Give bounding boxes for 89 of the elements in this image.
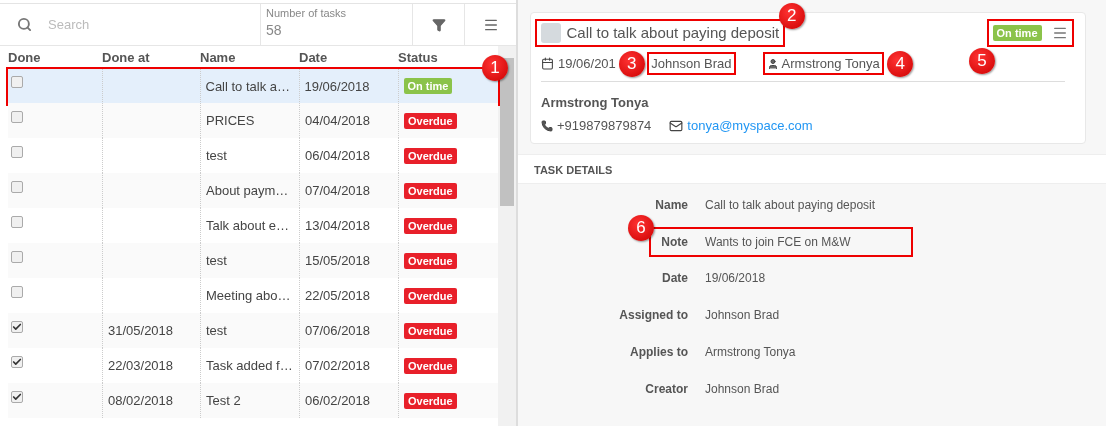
task-date: 19/06/201 <box>558 56 616 71</box>
field-value: Wants to join FCE on M&W <box>705 234 851 249</box>
filter-icon <box>431 17 446 32</box>
phone-number: +919879879874 <box>557 118 652 133</box>
field-label: Note <box>661 234 688 249</box>
checkbox[interactable] <box>11 110 23 123</box>
checkbox[interactable] <box>11 355 23 368</box>
table-cell: Meeting abo… <box>206 288 291 303</box>
table-cell: About paym… <box>206 183 289 198</box>
column-header: Done <box>8 50 42 65</box>
scrollbar[interactable] <box>498 46 516 426</box>
search-icon <box>17 17 32 32</box>
table-cell: 13/04/2018 <box>305 218 371 233</box>
table-cell: test <box>206 323 227 338</box>
mail-icon <box>669 118 684 133</box>
table-cell: 07/06/2018 <box>305 323 371 338</box>
table-cell: test <box>206 148 227 163</box>
phone-icon <box>541 119 553 132</box>
checkbox[interactable] <box>11 215 23 228</box>
search-field[interactable]: Search <box>46 16 226 33</box>
task-count-label: Number of tasks <box>266 7 348 19</box>
contact-heading: Armstrong Tonya <box>541 95 650 110</box>
table-row[interactable]: PRICES 04/04/2018 Overdue <box>8 103 498 138</box>
status-badge: Overdue <box>404 217 457 234</box>
checkbox[interactable] <box>10 76 23 88</box>
table-cell: Task added f… <box>206 358 293 373</box>
table-cell: 22/03/2018 <box>108 358 174 373</box>
callout-number: 3 <box>618 50 645 77</box>
task-count: 58 <box>266 22 283 38</box>
checkbox[interactable] <box>540 22 561 43</box>
table-cell: 04/04/2018 <box>305 113 371 128</box>
table-row[interactable]: About paym… 07/04/2018 Overdue <box>8 173 498 208</box>
section-heading: TASK DETAILS <box>534 164 613 176</box>
table-cell: 06/02/2018 <box>305 393 371 408</box>
status-badge: Overdue <box>404 252 457 269</box>
status-badge: Overdue <box>404 287 457 304</box>
table-cell: 07/04/2018 <box>305 183 371 198</box>
callout-number: 2 <box>778 3 805 29</box>
status-badge: Overdue <box>404 147 457 164</box>
checkbox[interactable] <box>11 250 23 263</box>
calendar-icon <box>541 57 554 70</box>
checkbox[interactable] <box>11 145 23 158</box>
callout-number: 6 <box>628 215 654 241</box>
table-cell: 31/05/2018 <box>108 323 174 338</box>
table-cell: 06/04/2018 <box>305 148 371 163</box>
checkbox[interactable] <box>11 320 23 333</box>
status-badge: Overdue <box>404 392 457 409</box>
table-cell: 08/02/2018 <box>108 393 174 408</box>
table-cell: 22/05/2018 <box>305 288 371 303</box>
field-label: Date <box>662 271 688 285</box>
table-cell: PRICES <box>206 113 255 128</box>
table-cell: 15/05/2018 <box>305 253 371 268</box>
table-cell: Test 2 <box>206 393 241 408</box>
status-badge: On time <box>992 24 1042 41</box>
field-label: Name <box>655 198 688 212</box>
task-title: Call to talk about paying deposit <box>566 24 780 41</box>
table-cell: Talk about e… <box>206 218 290 233</box>
status-badge: Overdue <box>404 357 457 374</box>
column-header: Date <box>299 50 329 65</box>
table-cell: 19/06/2018 <box>304 78 370 94</box>
status-badge: Overdue <box>404 322 457 339</box>
field-value: Johnson Brad <box>705 382 780 396</box>
callout-number: 5 <box>969 48 996 74</box>
table-row[interactable]: test 15/05/2018 Overdue <box>8 243 498 278</box>
field-label: Applies to <box>630 345 688 359</box>
status-badge: On time <box>403 78 453 94</box>
status-badge: Overdue <box>404 112 457 129</box>
callout-number: 4 <box>887 50 914 77</box>
contact-name: Armstrong Tonya <box>781 56 880 71</box>
person-icon <box>766 57 779 70</box>
table-cell: 07/02/2018 <box>305 358 371 373</box>
field-label: Assigned to <box>619 308 688 322</box>
table-cell: Call to talk a… <box>205 78 291 94</box>
table-row[interactable]: 31/05/2018 test 07/06/2018 Overdue <box>8 313 498 348</box>
checkbox[interactable] <box>11 180 23 193</box>
checkbox[interactable] <box>11 390 23 403</box>
column-header: Done at <box>102 50 151 65</box>
column-header: Status <box>398 50 439 65</box>
assignee-name: Johnson Brad <box>651 56 732 71</box>
column-header: Name <box>200 50 237 65</box>
field-value: Call to talk about paying deposit <box>705 198 876 212</box>
checkbox[interactable] <box>11 285 23 298</box>
field-label: Creator <box>645 382 688 396</box>
field-value: Johnson Brad <box>705 308 780 322</box>
field-value: 19/06/2018 <box>705 271 766 285</box>
field-value: Armstrong Tonya <box>705 345 796 359</box>
status-badge: Overdue <box>404 182 457 199</box>
table-row[interactable]: 08/02/2018 Test 2 06/02/2018 Overdue <box>8 383 498 418</box>
table-cell: test <box>206 253 227 268</box>
